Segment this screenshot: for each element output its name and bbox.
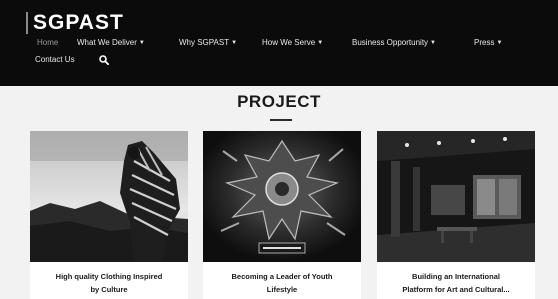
logo-divider bbox=[26, 12, 28, 34]
card-title-line: by Culture bbox=[90, 285, 128, 294]
nav-item-how-we-serve[interactable]: How We Serve ▼ bbox=[262, 36, 323, 50]
site-logo[interactable]: SGPAST bbox=[33, 11, 124, 35]
nav-item-label: Press bbox=[474, 38, 495, 47]
project-card-international-platform[interactable]: Building an International Platform for A… bbox=[377, 131, 535, 299]
project-card-youth-lifestyle[interactable]: Becoming a Leader of Youth Lifestyle bbox=[203, 131, 361, 299]
card-title-line: High quality Clothing Inspired bbox=[55, 272, 163, 281]
card-image-clothing[interactable] bbox=[30, 131, 188, 262]
nav-item-what-we-deliver[interactable]: What We Deliver ▼ bbox=[77, 36, 145, 50]
nav-item-why-sgpast[interactable]: Why SGPAST ▼ bbox=[179, 36, 237, 50]
nav-item-label: Contact Us bbox=[35, 55, 75, 64]
nav-item-label: What We Deliver bbox=[77, 38, 137, 47]
card-title[interactable]: High quality Clothing Inspired by Cultur… bbox=[36, 270, 182, 296]
nav-item-business-opportunity[interactable]: Business Opportunity ▼ bbox=[352, 36, 436, 50]
chevron-down-icon: ▼ bbox=[430, 40, 436, 46]
section-title-underline bbox=[270, 119, 292, 121]
search-icon[interactable] bbox=[99, 55, 109, 65]
card-image-youth-lifestyle[interactable] bbox=[203, 131, 361, 262]
chevron-down-icon: ▼ bbox=[231, 40, 238, 46]
nav-item-press[interactable]: Press ▼ bbox=[474, 36, 502, 50]
nav-item-contact-us[interactable]: Contact Us bbox=[35, 53, 75, 67]
chevron-down-icon: ▼ bbox=[496, 40, 503, 46]
nav-item-home[interactable]: Home bbox=[37, 36, 58, 50]
chevron-down-icon: ▼ bbox=[138, 40, 145, 46]
card-title-line: Platform for Art and Cultural... bbox=[402, 285, 510, 294]
card-title[interactable]: Becoming a Leader of Youth Lifestyle bbox=[209, 270, 355, 296]
card-title-line: Lifestyle bbox=[266, 285, 298, 294]
nav-item-label: Business Opportunity bbox=[352, 38, 429, 47]
chevron-down-icon: ▼ bbox=[317, 40, 324, 46]
card-image-international-platform[interactable] bbox=[377, 131, 535, 262]
site-header: SGPAST Home What We Deliver ▼ Why SGPAST ▼… bbox=[0, 0, 558, 86]
project-card-clothing[interactable]: High quality Clothing Inspired by Cultur… bbox=[30, 131, 188, 299]
card-title[interactable]: Building an International Platform for A… bbox=[383, 270, 529, 296]
nav-item-label: Why SGPAST bbox=[179, 38, 230, 47]
card-title-line: Building an International bbox=[412, 272, 500, 281]
nav-item-label: Home bbox=[37, 38, 59, 47]
nav-item-label: How We Serve bbox=[262, 38, 316, 47]
section-title: PROJECT bbox=[237, 92, 321, 111]
card-title-line: Becoming a Leader of Youth bbox=[231, 272, 333, 281]
